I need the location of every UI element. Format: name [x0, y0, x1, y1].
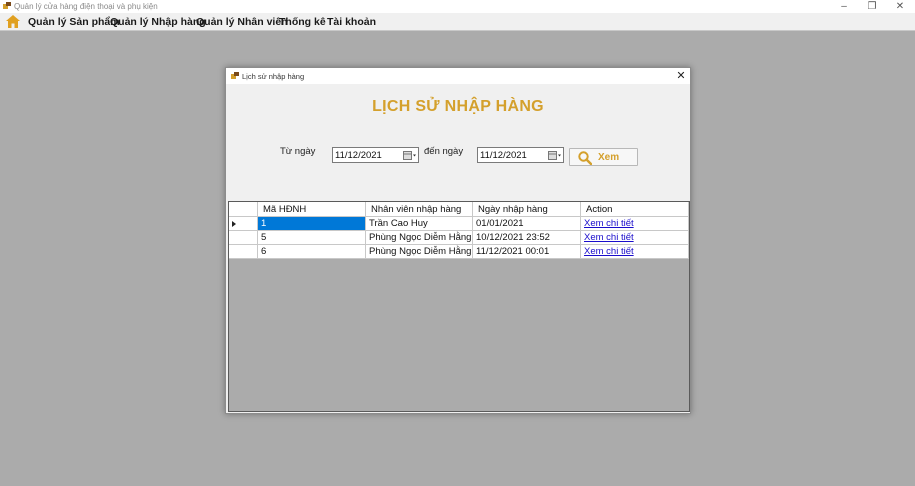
- menu-item-products[interactable]: Quản lý Sản phẩm: [28, 16, 120, 28]
- column-header-employee[interactable]: Nhân viên nhập hàng: [366, 202, 473, 217]
- table-cell-id[interactable]: 5: [258, 231, 366, 245]
- to-date-label: đến ngày: [424, 146, 464, 157]
- app-icon: [231, 72, 239, 79]
- close-icon[interactable]: ✕: [674, 69, 688, 83]
- table-cell-id[interactable]: 6: [258, 245, 366, 259]
- app-icon: [3, 2, 11, 9]
- column-header-id[interactable]: Mã HĐNH: [258, 202, 366, 217]
- dialog-titlebar: Lịch sử nhập hàng ✕: [226, 68, 690, 84]
- import-history-table[interactable]: Mã HĐNH Nhân viên nhập hàng Ngày nhập hà…: [228, 201, 690, 412]
- menu-item-imports[interactable]: Quản lý Nhập hàng: [110, 16, 206, 28]
- from-date-picker[interactable]: 11/12/2021: [332, 147, 419, 163]
- table-cell-id[interactable]: 1: [258, 217, 366, 231]
- menu-item-employees[interactable]: Quản lý Nhân viên: [196, 16, 288, 28]
- column-header-date[interactable]: Ngày nhập hàng: [473, 202, 581, 217]
- from-date-label: Từ ngày: [280, 146, 316, 157]
- menu-item-statistics[interactable]: Thống kê: [279, 16, 326, 28]
- view-details-link[interactable]: Xem chi tiết: [581, 231, 689, 245]
- row-header-corner: [229, 202, 258, 217]
- column-header-action[interactable]: Action: [581, 202, 689, 217]
- close-window-icon[interactable]: ✕: [886, 0, 914, 13]
- table-cell-employee[interactable]: Phùng Ngọc Diễm Hằng: [366, 245, 473, 259]
- app-title: Quản lý cửa hàng điện thoại và phụ kiện: [14, 2, 158, 11]
- menu-item-account[interactable]: Tài khoản: [327, 16, 376, 28]
- from-date-value: 11/12/2021: [335, 150, 382, 161]
- table-cell-employee[interactable]: Trần Cao Huy: [366, 217, 473, 231]
- search-icon: [578, 151, 592, 165]
- view-button[interactable]: Xem: [569, 148, 638, 166]
- import-history-dialog: Lịch sử nhập hàng ✕ LỊCH SỬ NHẬP HÀNG Từ…: [225, 67, 691, 414]
- app-titlebar: Quản lý cửa hàng điện thoại và phụ kiện …: [0, 0, 915, 13]
- table-cell-date[interactable]: 11/12/2021 00:01: [473, 245, 581, 259]
- view-button-label: Xem: [598, 152, 620, 163]
- menu-bar: Quản lý Sản phẩm Quản lý Nhập hàng Quản …: [0, 13, 915, 31]
- calendar-icon[interactable]: [403, 151, 417, 160]
- table-cell-date[interactable]: 01/01/2021: [473, 217, 581, 231]
- view-details-link[interactable]: Xem chi tiết: [581, 245, 689, 259]
- to-date-picker[interactable]: 11/12/2021: [477, 147, 564, 163]
- dialog-title: Lịch sử nhập hàng: [242, 72, 305, 81]
- home-icon[interactable]: [6, 15, 20, 28]
- row-header[interactable]: [229, 231, 258, 245]
- table-cell-employee[interactable]: Phùng Ngọc Diễm Hằng: [366, 231, 473, 245]
- row-header[interactable]: [229, 217, 258, 231]
- row-pointer-icon: [232, 221, 236, 227]
- maximize-icon[interactable]: ❐: [858, 0, 886, 13]
- calendar-icon[interactable]: [548, 151, 562, 160]
- view-details-link[interactable]: Xem chi tiết: [581, 217, 689, 231]
- to-date-value: 11/12/2021: [480, 150, 527, 161]
- minimize-icon[interactable]: –: [830, 0, 858, 13]
- table-cell-date[interactable]: 10/12/2021 23:52: [473, 231, 581, 245]
- row-header[interactable]: [229, 245, 258, 259]
- page-title: LỊCH SỬ NHẬP HÀNG: [372, 98, 544, 115]
